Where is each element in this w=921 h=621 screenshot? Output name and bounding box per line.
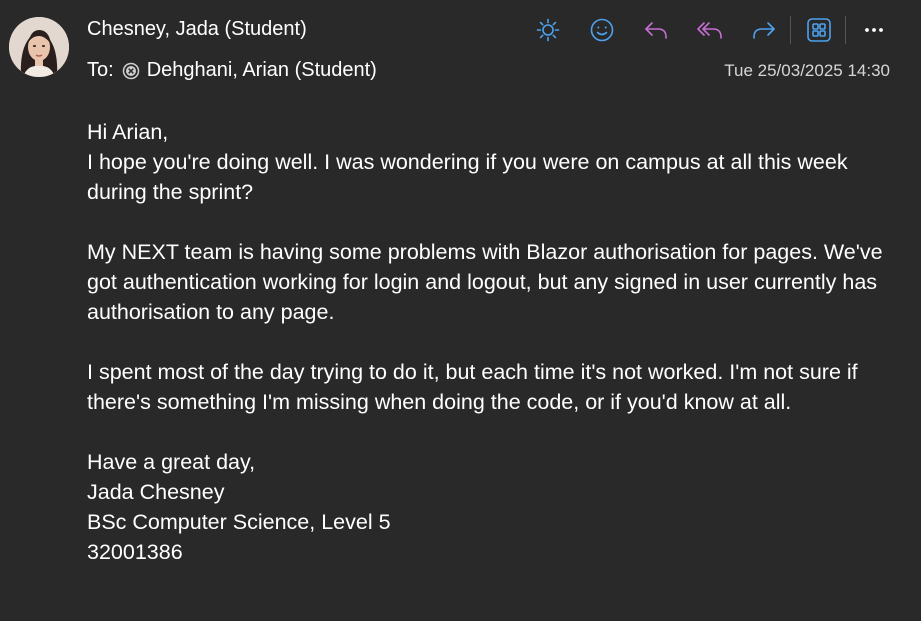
message-body: Hi Arian, I hope you're doing well. I wa…: [87, 117, 887, 567]
sent-timestamp: Tue 25/03/2025 14:30: [724, 61, 890, 80]
sun-icon[interactable]: [530, 14, 566, 46]
signature-id: 32001386: [87, 540, 183, 564]
sender-avatar[interactable]: [9, 17, 69, 77]
email-reading-pane: Chesney, Jada (Student) To: Dehghani, Ar…: [0, 0, 921, 621]
recipient-name[interactable]: Dehghani, Arian (Student): [147, 59, 377, 82]
sender-name[interactable]: Chesney, Jada (Student): [87, 18, 307, 41]
paragraph: My NEXT team is having some problems wit…: [87, 240, 883, 324]
paragraph: I hope you're doing well. I was wonderin…: [87, 150, 848, 204]
signature-name: Jada Chesney: [87, 480, 225, 504]
paragraph: I spent most of the day trying to do it,…: [87, 360, 858, 414]
signoff: Have a great day,: [87, 450, 256, 474]
recipient-status-icon: [122, 62, 140, 80]
more-icon[interactable]: [856, 14, 892, 46]
to-label: To:: [87, 59, 114, 81]
reply-all-icon[interactable]: [692, 14, 728, 46]
smiley-icon[interactable]: [584, 14, 620, 46]
toolbar-divider: [790, 16, 791, 44]
toolbar-divider: [845, 16, 846, 44]
recipient-row: To: Dehghani, Arian (Student): [87, 59, 377, 82]
message-toolbar: [530, 14, 910, 46]
signature-course: BSc Computer Science, Level 5: [87, 510, 391, 534]
forward-icon[interactable]: [746, 14, 782, 46]
reply-icon[interactable]: [638, 14, 674, 46]
apps-icon[interactable]: [801, 14, 837, 46]
greeting: Hi Arian,: [87, 120, 169, 144]
